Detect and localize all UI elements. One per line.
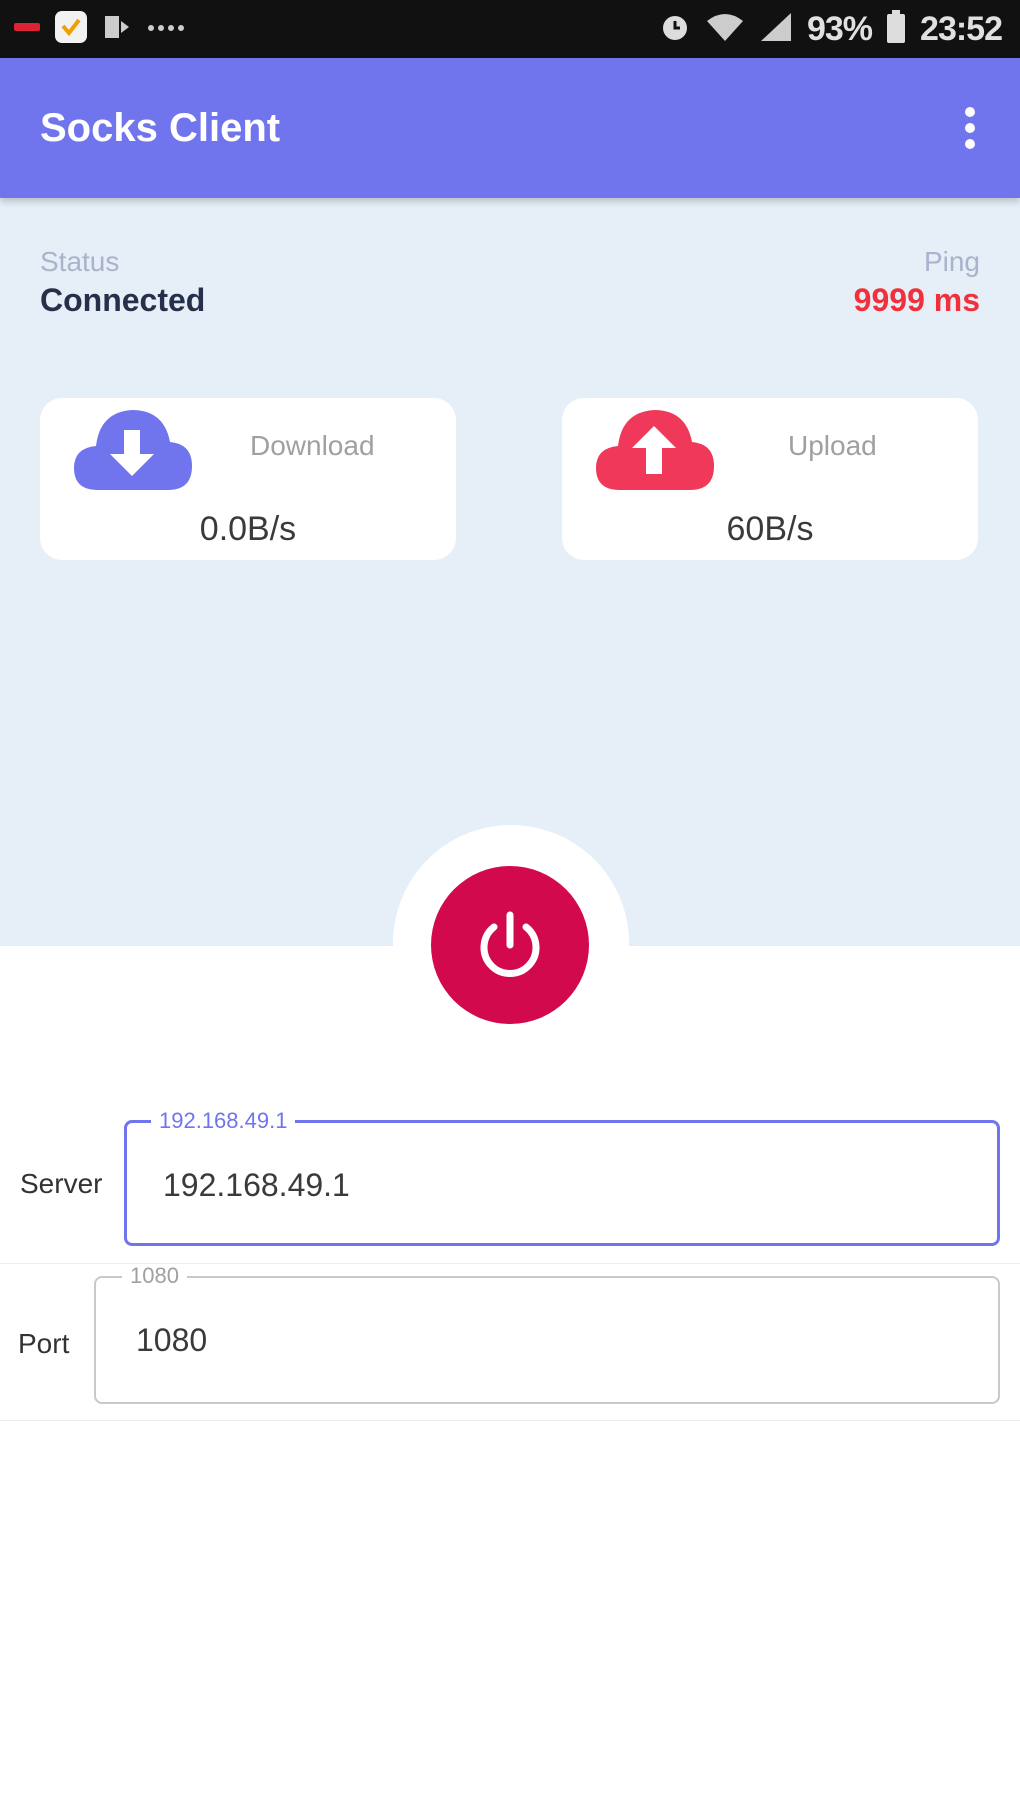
alarm-icon [659, 11, 691, 48]
ping-value: 9999 ms [853, 282, 980, 318]
app-title: Socks Client [40, 105, 281, 150]
clock: 23:52 [920, 9, 1003, 48]
server-hint: 192.168.49.1 [151, 1109, 296, 1133]
server-label: Server [20, 1168, 103, 1199]
power-button[interactable] [431, 866, 589, 1024]
download-card: Download 0.0B/s [40, 398, 456, 560]
wifi-icon [705, 11, 745, 48]
status-label: Status [40, 246, 120, 277]
download-title: Download [250, 430, 375, 461]
server-input[interactable]: 192.168.49.1 192.168.49.1 [124, 1109, 1000, 1246]
power-icon [480, 911, 540, 977]
notification-icon [14, 20, 40, 39]
cloud-download-icon [70, 404, 194, 499]
status-bar: 93% 23:52 [0, 0, 1020, 58]
cast-icon [102, 12, 132, 47]
port-hint: 1080 [122, 1264, 187, 1288]
more-icon [146, 20, 186, 38]
upload-card: Upload 60B/s [562, 398, 978, 560]
divider [0, 1420, 1020, 1421]
app-bar: Socks Client [0, 58, 1020, 198]
port-value: 1080 [136, 1322, 208, 1358]
overflow-menu-button[interactable] [950, 98, 990, 158]
upload-title: Upload [788, 430, 877, 461]
download-speed: 0.0B/s [199, 510, 297, 548]
ping-label: Ping [923, 246, 980, 277]
battery-percent: 93% [806, 9, 873, 48]
status-bar-left [14, 10, 186, 49]
server-value: 192.168.49.1 [163, 1167, 350, 1203]
port-input[interactable]: 1080 1080 [94, 1264, 1000, 1404]
app-icon [54, 10, 88, 49]
status-bar-right: 93% 23:52 [659, 9, 1003, 49]
port-label: Port [18, 1328, 70, 1359]
more-vert-icon [965, 107, 975, 149]
cloud-upload-icon [592, 404, 716, 499]
status-value: Connected [40, 282, 206, 318]
battery-icon [886, 9, 906, 49]
signal-icon [759, 11, 793, 48]
upload-speed: 60B/s [726, 510, 814, 548]
